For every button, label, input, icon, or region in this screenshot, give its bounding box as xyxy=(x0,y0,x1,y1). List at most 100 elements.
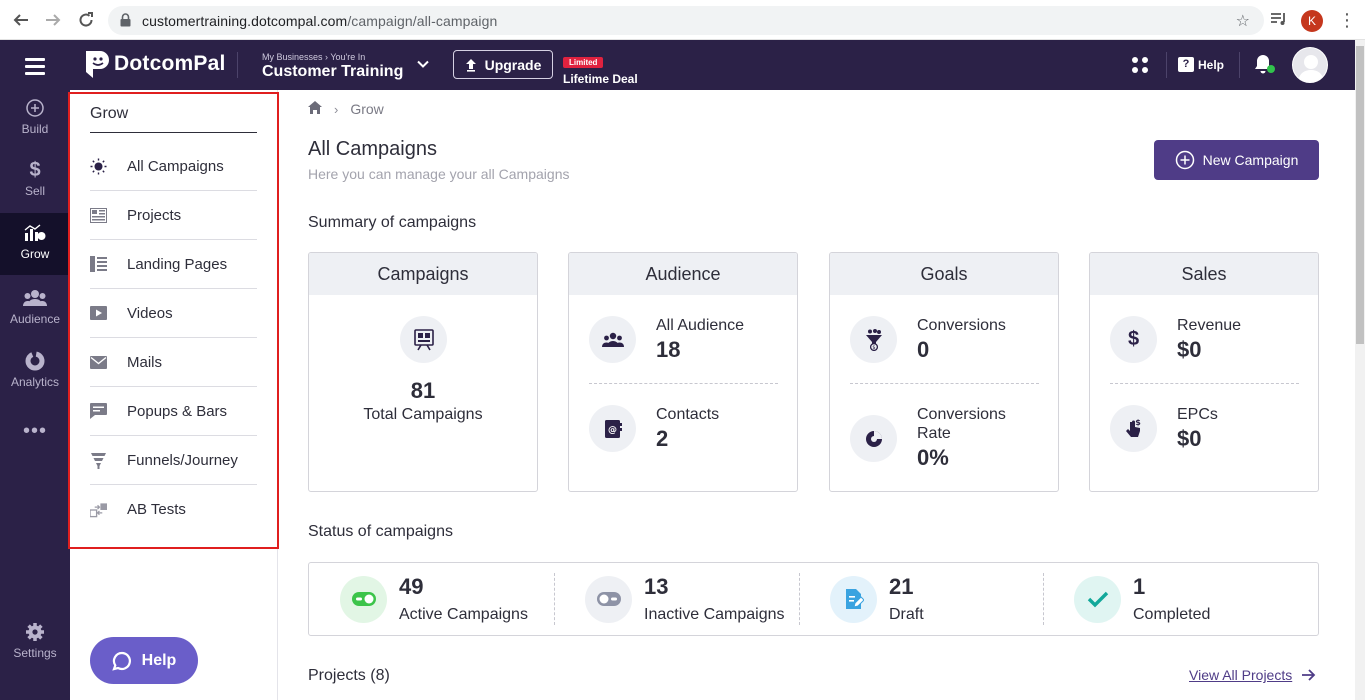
brand-name: DotcomPal xyxy=(114,52,226,75)
epcs-metric: $ EPCs $0 xyxy=(1110,405,1218,452)
landing-page-icon xyxy=(90,256,107,273)
svg-text:@: @ xyxy=(608,425,617,435)
card-divider xyxy=(1110,383,1299,384)
breadcrumb: › Grow xyxy=(308,101,384,117)
user-avatar[interactable] xyxy=(1292,47,1328,83)
chat-icon xyxy=(90,403,107,420)
address-bar[interactable]: customertraining.dotcompal.com/campaign/… xyxy=(108,6,1264,35)
browser-menu-icon[interactable]: ⋮ xyxy=(1338,10,1356,30)
chevron-down-icon[interactable] xyxy=(416,57,430,76)
scrollbar-thumb[interactable] xyxy=(1356,46,1364,344)
subnav-item-funnels-journey[interactable]: Funnels/Journey xyxy=(90,436,257,485)
breadcrumb-separator: › xyxy=(334,101,339,117)
apps-grid-icon[interactable] xyxy=(1131,56,1149,79)
rail-label: Build xyxy=(21,122,49,136)
campaign-board-icon xyxy=(400,316,447,363)
back-arrow-icon[interactable] xyxy=(11,10,31,30)
all-audience-metric: All Audience 18 xyxy=(589,316,744,363)
donut-icon xyxy=(0,349,70,373)
projects-icon xyxy=(90,207,107,224)
funnel-icon xyxy=(90,452,107,469)
header-help-button[interactable]: ? Help xyxy=(1178,57,1224,72)
plus-circle-icon xyxy=(1175,150,1194,170)
app-header: DotcomPal My Businesses › You're In Cust… xyxy=(70,40,1355,90)
total-campaigns-value: 81 xyxy=(410,378,436,403)
breadcrumb-current: Grow xyxy=(350,101,384,117)
rail-item-audience[interactable]: Audience xyxy=(0,286,70,346)
rail-item-build[interactable]: Build xyxy=(0,96,70,156)
subnav-item-projects[interactable]: Projects xyxy=(90,191,257,240)
profile-avatar[interactable]: K xyxy=(1301,10,1323,32)
forward-arrow-icon[interactable] xyxy=(43,10,63,30)
summary-heading: Summary of campaigns xyxy=(308,214,477,231)
business-switcher[interactable]: My Businesses › You're In Customer Train… xyxy=(262,52,403,81)
subnav-item-ab-tests[interactable]: AB Tests xyxy=(90,485,257,534)
card-title: Audience xyxy=(569,253,797,295)
rail-label: Analytics xyxy=(10,375,60,389)
toggle-on-icon xyxy=(340,575,387,623)
status-heading: Status of campaigns xyxy=(308,523,453,540)
grow-subnav: Grow All Campaigns Projects Landing Page… xyxy=(70,90,278,700)
floating-help-button[interactable]: Help xyxy=(90,637,198,684)
status-divider xyxy=(1043,573,1044,625)
new-campaign-button[interactable]: New Campaign xyxy=(1154,140,1319,180)
dollar-icon: $ xyxy=(29,158,41,181)
business-name: Customer Training xyxy=(262,63,404,80)
browser-chrome: customertraining.dotcompal.com/campaign/… xyxy=(0,0,1365,40)
goals-card: Goals $ Conversions 0 Conversions Rate 0… xyxy=(829,252,1059,492)
status-completed[interactable]: 1 Completed xyxy=(1074,563,1210,635)
upgrade-button[interactable]: Upgrade xyxy=(453,50,553,79)
online-status-dot xyxy=(1267,65,1275,73)
funnel-coin-icon: $ xyxy=(850,316,897,363)
brand-logo[interactable]: DotcomPal xyxy=(84,49,226,79)
campaign-status-panel: 49 Active Campaigns 13 Inactive Campaign… xyxy=(308,562,1319,636)
media-control-icon[interactable] xyxy=(1270,11,1288,32)
pie-chart-icon xyxy=(850,415,897,462)
video-icon xyxy=(90,305,107,322)
header-divider xyxy=(1239,52,1240,78)
plus-circle-icon xyxy=(0,96,70,120)
hamburger-menu-icon[interactable] xyxy=(25,58,45,79)
conversions-metric: $ Conversions 0 xyxy=(850,316,1006,363)
header-divider xyxy=(1166,52,1167,78)
subnav-item-all-campaigns[interactable]: All Campaigns xyxy=(90,142,257,191)
lifetime-deal[interactable]: Limited Lifetime Deal xyxy=(563,52,638,86)
status-divider xyxy=(554,573,555,625)
deal-text: Lifetime Deal xyxy=(563,72,638,86)
dollar-icon: $ xyxy=(1110,316,1157,363)
business-crumb: My Businesses › You're In xyxy=(262,52,366,62)
people-icon xyxy=(0,286,70,310)
status-active[interactable]: 49 Active Campaigns xyxy=(340,563,528,635)
status-draft[interactable]: 21 Draft xyxy=(830,563,924,635)
lock-icon xyxy=(120,13,131,32)
rail-item-settings[interactable]: Settings xyxy=(0,620,70,680)
reload-icon[interactable] xyxy=(76,10,96,30)
rail-label: Settings xyxy=(13,646,57,660)
arrow-right-icon xyxy=(1302,669,1316,681)
svg-text:$: $ xyxy=(1135,418,1141,427)
more-icon[interactable]: ••• xyxy=(0,420,70,443)
rail-item-analytics[interactable]: Analytics xyxy=(0,349,70,409)
question-icon: ? xyxy=(1178,57,1194,72)
url-text: customertraining.dotcompal.com/campaign/… xyxy=(142,13,498,29)
mail-icon xyxy=(90,354,107,371)
click-dollar-icon: $ xyxy=(1110,405,1157,452)
contact-book-icon: @ xyxy=(589,405,636,452)
card-divider xyxy=(589,383,778,384)
subnav-item-popups-bars[interactable]: Popups & Bars xyxy=(90,387,257,436)
subnav-item-landing-pages[interactable]: Landing Pages xyxy=(90,240,257,289)
growth-icon xyxy=(0,221,70,245)
bookmark-star-icon[interactable]: ☆ xyxy=(1236,11,1250,31)
status-inactive[interactable]: 13 Inactive Campaigns xyxy=(585,563,785,635)
subnav-item-videos[interactable]: Videos xyxy=(90,289,257,338)
status-divider xyxy=(799,573,800,625)
subnav-item-mails[interactable]: Mails xyxy=(90,338,257,387)
page-scrollbar[interactable] xyxy=(1355,40,1365,700)
bulb-icon xyxy=(90,158,107,175)
rail-item-sell[interactable]: $ Sell xyxy=(0,158,70,218)
draft-edit-icon xyxy=(830,575,877,623)
rail-item-grow[interactable]: Grow xyxy=(0,213,70,275)
view-all-projects-link[interactable]: View All Projects xyxy=(1189,667,1316,683)
rail-label: Grow xyxy=(20,247,50,261)
home-icon[interactable] xyxy=(308,101,322,117)
